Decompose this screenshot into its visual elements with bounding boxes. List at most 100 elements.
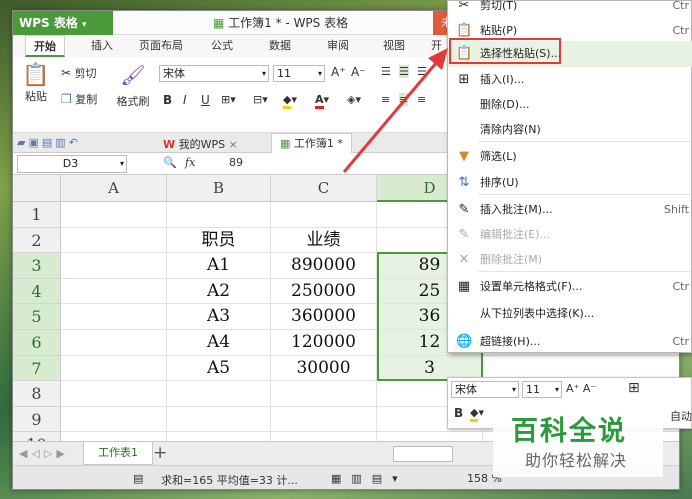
- grid-cell[interactable]: A5: [167, 355, 271, 382]
- context-menu-item[interactable]: ▼ 筛选(L): [448, 144, 692, 170]
- grid-cell[interactable]: 职员: [167, 227, 271, 254]
- grid-cell[interactable]: [167, 406, 271, 433]
- tab-page-layout[interactable]: 页面布局: [139, 35, 183, 57]
- cut-label: 剪切: [74, 67, 97, 80]
- menu-item-label: 筛选(L): [480, 150, 517, 163]
- tab-data[interactable]: 数据: [269, 35, 291, 57]
- grid-cell[interactable]: A2: [167, 278, 271, 305]
- italic-button[interactable]: I: [183, 93, 187, 107]
- menu-item-label: 删除批注(M): [480, 253, 543, 266]
- grid-cell[interactable]: A4: [167, 330, 271, 356]
- mini-fill-icon[interactable]: ◆▾: [470, 406, 484, 422]
- context-menu-item: ✎ 编辑批注(E)...: [448, 222, 692, 248]
- menu-item-label: 剪切(T): [480, 0, 518, 12]
- delete-comment-icon: ✕: [458, 252, 470, 267]
- name-box[interactable]: D3 ▾: [17, 155, 127, 173]
- menu-item-label: 删除(D)...: [480, 98, 530, 111]
- format-painter-button[interactable]: 🖌 格式刷: [113, 63, 153, 109]
- font-name-select[interactable]: 宋体 ▾: [159, 65, 269, 82]
- context-menu-item[interactable]: 从下拉列表中选择(K)...: [448, 301, 692, 327]
- mini-font-size[interactable]: 11 ▾: [522, 381, 562, 398]
- row-header[interactable]: 6: [13, 330, 61, 356]
- bold-button[interactable]: B: [163, 93, 172, 107]
- formula-input[interactable]: 89: [229, 156, 243, 169]
- paste-icon: 📋: [22, 63, 50, 88]
- grid-cell[interactable]: [271, 381, 377, 407]
- select-all-corner[interactable]: [13, 175, 61, 202]
- highlight-box: [449, 38, 561, 64]
- format-painter-label: 格式刷: [116, 95, 150, 108]
- grid-cell[interactable]: A1: [167, 253, 271, 279]
- watermark-title: 百科全说: [511, 416, 627, 447]
- grid-cell[interactable]: 120000: [271, 330, 377, 356]
- zoom-search-icon[interactable]: 🔍: [163, 156, 177, 169]
- row-header[interactable]: 4: [13, 278, 61, 305]
- mini-auto-label[interactable]: 自动: [670, 408, 692, 424]
- underline-button[interactable]: U: [201, 93, 210, 107]
- copy-button[interactable]: ❐ 复制: [61, 91, 97, 107]
- border-button[interactable]: ⊞▾: [221, 93, 236, 106]
- grid-cell[interactable]: [61, 278, 167, 305]
- row-header[interactable]: 9: [13, 406, 61, 433]
- app-menu-button[interactable]: WPS 表格 ▾: [13, 11, 113, 35]
- grid-cell[interactable]: 890000: [271, 253, 377, 279]
- grid-cell[interactable]: A3: [167, 304, 271, 330]
- row-header[interactable]: 7: [13, 355, 61, 382]
- mini-format-icon[interactable]: ⊞: [628, 380, 640, 396]
- cut-button[interactable]: ✂ 剪切: [61, 65, 97, 81]
- grid-cell[interactable]: [167, 381, 271, 407]
- mini-font-name[interactable]: 宋体 ▾: [451, 381, 519, 398]
- context-menu-item[interactable]: ✂ 剪切(T) Ctr: [448, 0, 692, 19]
- grid-cell[interactable]: [61, 202, 167, 228]
- context-menu-item[interactable]: 清除内容(N): [448, 117, 692, 143]
- row-header[interactable]: 3: [13, 253, 61, 279]
- row-header[interactable]: 2: [13, 227, 61, 254]
- grid-cell[interactable]: [61, 330, 167, 356]
- column-header-a[interactable]: A: [61, 175, 167, 202]
- grid-cell[interactable]: [61, 304, 167, 330]
- context-menu-item[interactable]: 删除(D)...: [448, 92, 692, 118]
- paste-button[interactable]: 📋 粘贴: [19, 63, 53, 113]
- close-icon[interactable]: ×: [229, 138, 238, 151]
- tab-mywps[interactable]: W 我的WPS ×: [163, 136, 238, 152]
- tab-home[interactable]: 开始: [25, 35, 65, 57]
- tab-formulas[interactable]: 公式: [211, 35, 233, 57]
- row-header[interactable]: 8: [13, 381, 61, 407]
- context-menu-item[interactable]: 🌐 超链接(H)... Ctr: [448, 329, 692, 355]
- context-menu-item[interactable]: ⇅ 排序(U): [448, 170, 692, 196]
- grid-cell[interactable]: [61, 253, 167, 279]
- column-header-b[interactable]: B: [167, 175, 271, 202]
- font-size-select[interactable]: 11 ▾: [273, 65, 325, 82]
- add-sheet-button[interactable]: +: [153, 443, 167, 463]
- context-menu-item[interactable]: ▦ 设置单元格格式(F)... Ctr: [448, 274, 692, 300]
- grid-cell[interactable]: [61, 227, 167, 254]
- merge-button[interactable]: ⊟▾: [253, 93, 268, 106]
- grid-cell[interactable]: [61, 381, 167, 407]
- grid-cell[interactable]: 业绩: [271, 227, 377, 254]
- fx-button[interactable]: fx: [185, 156, 195, 169]
- row-header[interactable]: 1: [13, 202, 61, 228]
- copy-label: 复制: [75, 93, 98, 106]
- grid-cell[interactable]: [61, 406, 167, 433]
- grid-cell[interactable]: 360000: [271, 304, 377, 330]
- sheet-nav-arrows[interactable]: ◀◁▷▶: [19, 447, 69, 460]
- workbook-icon: ▦: [213, 16, 229, 30]
- quick-access-icons[interactable]: ▰▣▤▥↶: [17, 136, 81, 149]
- fill-color-button[interactable]: ◆▾: [283, 93, 297, 109]
- horizontal-scrollbar[interactable]: [393, 446, 453, 462]
- sheet-tab-1[interactable]: 工作表1: [83, 442, 153, 465]
- grid-cell[interactable]: [167, 202, 271, 228]
- context-menu-item[interactable]: ⊞ 插入(I)...: [448, 67, 692, 93]
- grid-cell[interactable]: [61, 355, 167, 382]
- grid-cell[interactable]: [271, 202, 377, 228]
- grid-cell[interactable]: 250000: [271, 278, 377, 305]
- row-header[interactable]: 5: [13, 304, 61, 330]
- grid-cell[interactable]: 30000: [271, 355, 377, 382]
- tab-insert[interactable]: 插入: [91, 35, 113, 57]
- mini-bold-button[interactable]: B: [454, 406, 463, 420]
- mini-grow-shrink[interactable]: A⁺ A⁻: [566, 382, 596, 395]
- context-menu-item[interactable]: ✎ 插入批注(M)... Shift: [448, 197, 692, 223]
- font-color-button[interactable]: A▾: [315, 93, 329, 109]
- grid-cell[interactable]: [271, 406, 377, 433]
- view-mode-buttons[interactable]: ▦▥▤▾: [331, 472, 408, 485]
